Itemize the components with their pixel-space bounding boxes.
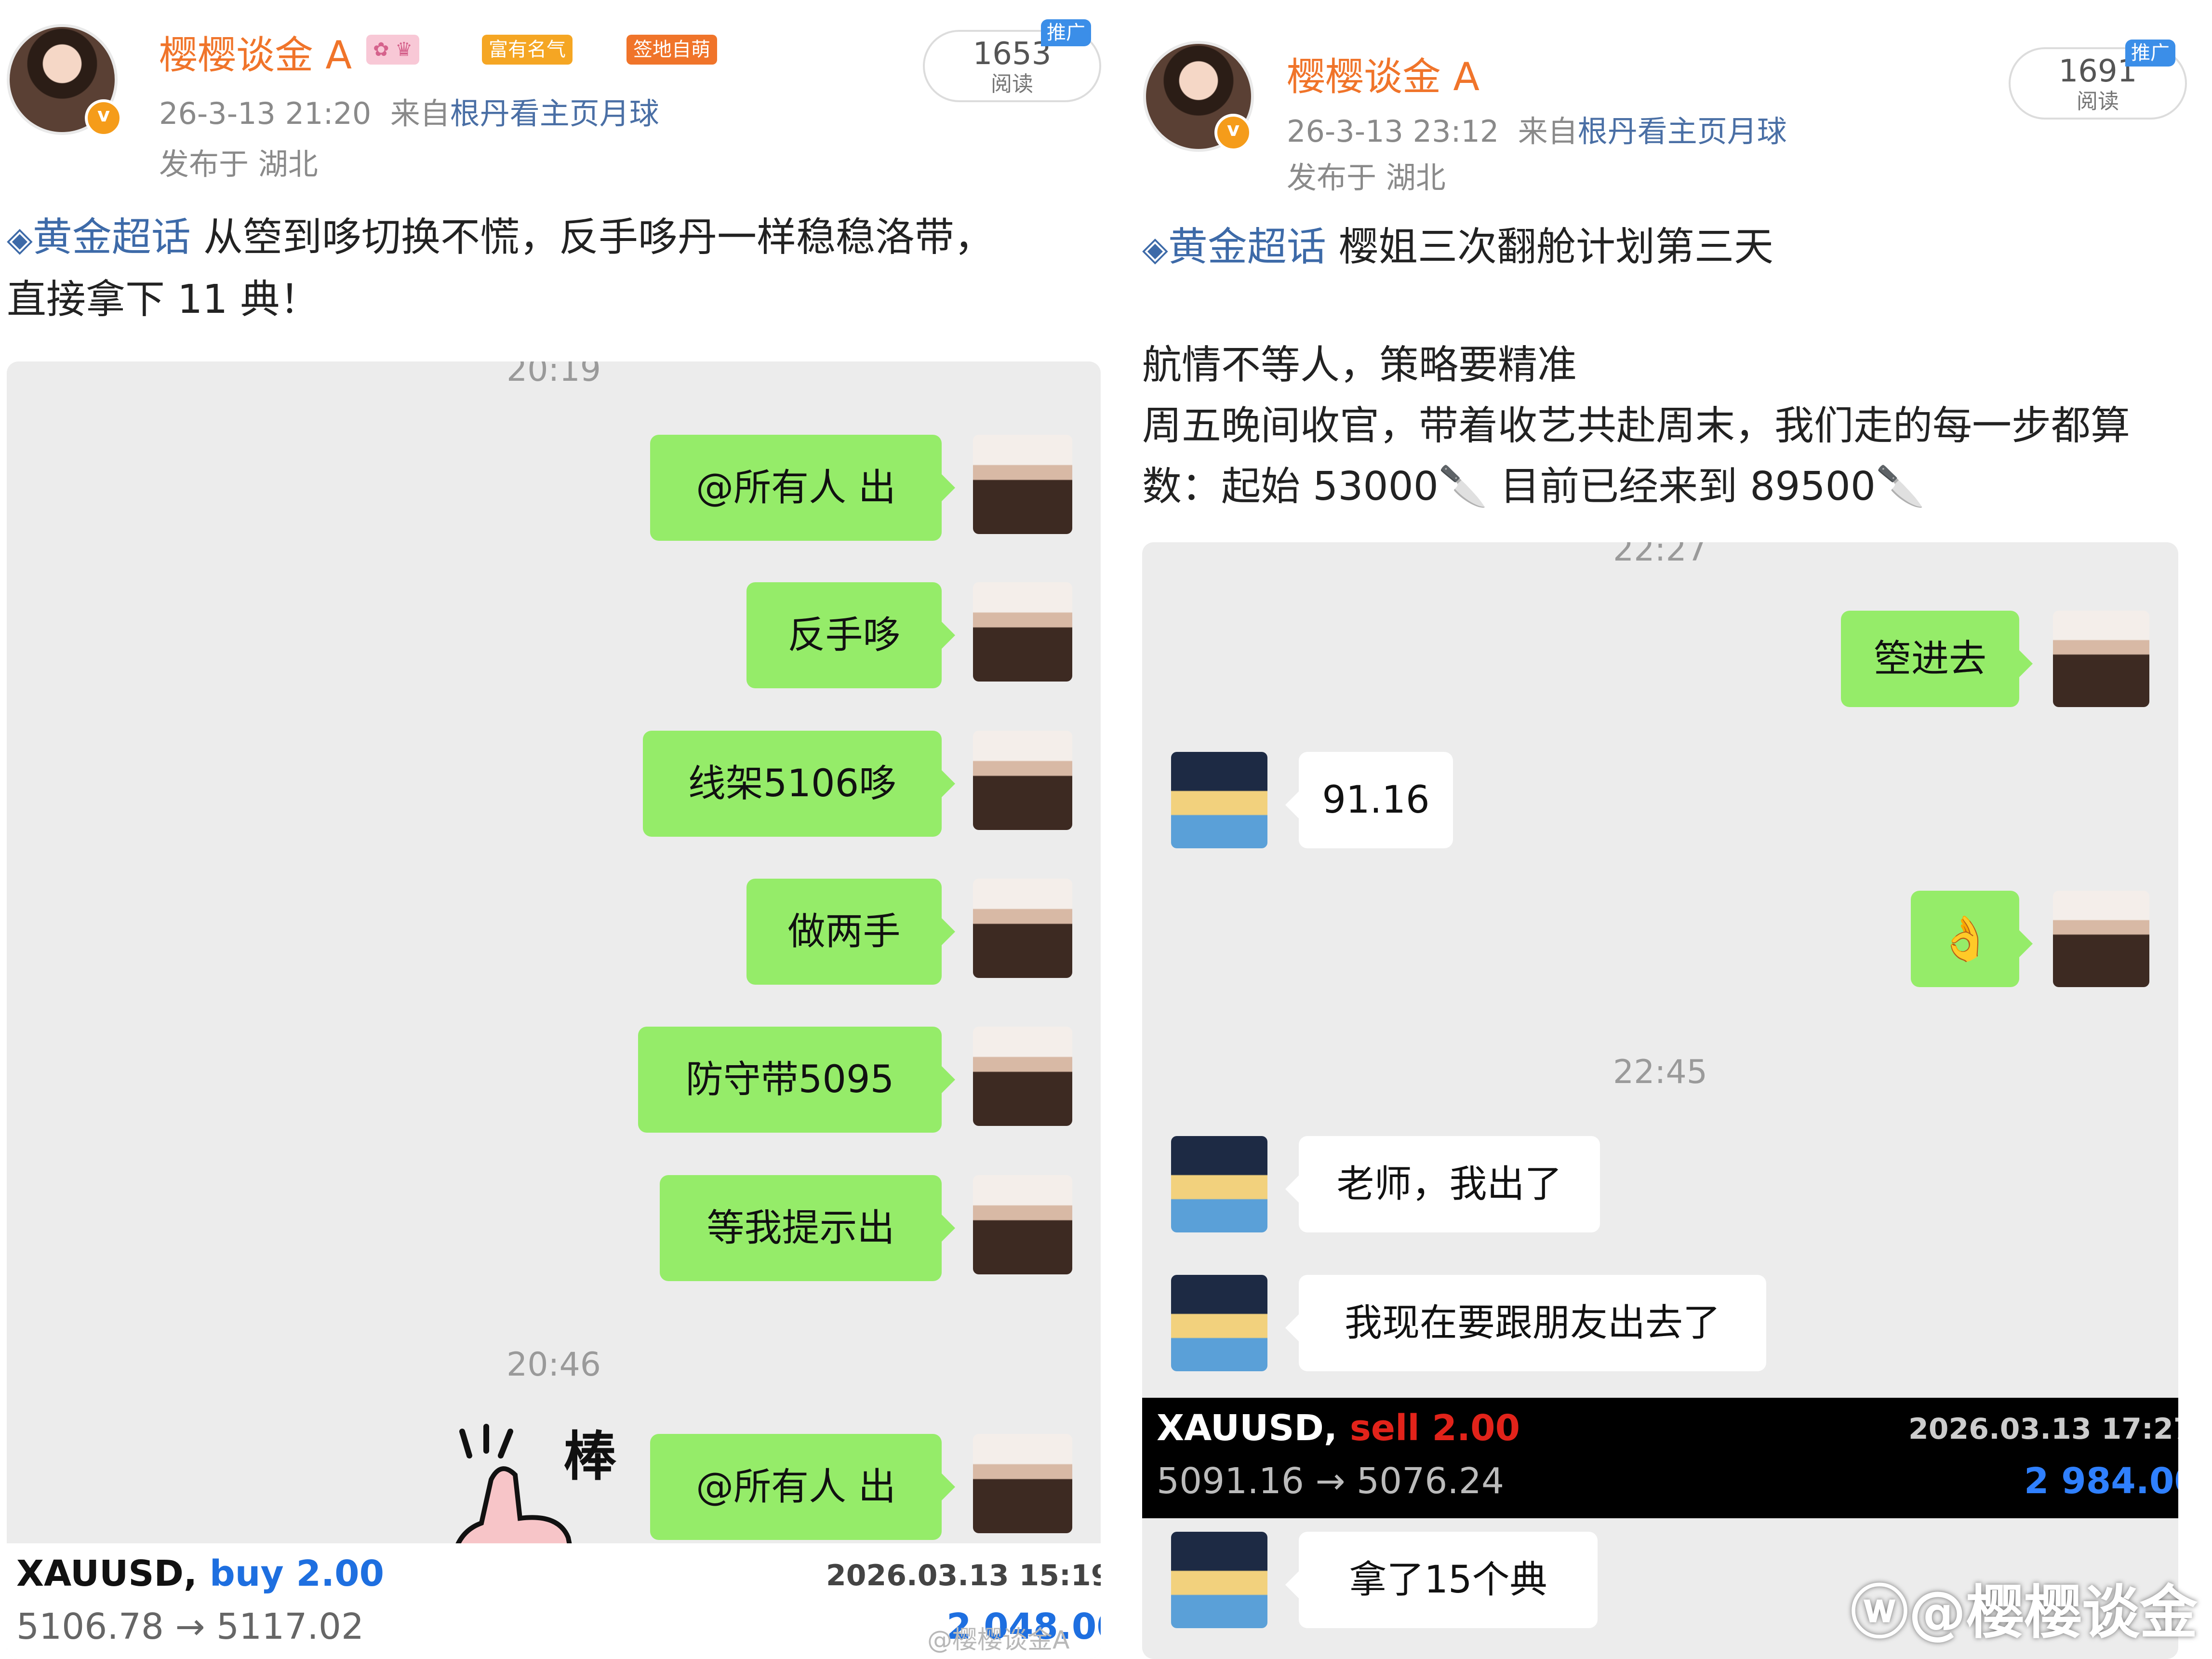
trade-side: buy 2.00 [209, 1553, 385, 1594]
chat-avatar [973, 1434, 1072, 1533]
post-location: 发布于 湖北 [1287, 160, 1446, 195]
chat-avatar [973, 731, 1072, 830]
topic-link[interactable]: 黄金超话 [1168, 224, 1326, 270]
read-label: 阅读 [991, 72, 1033, 96]
post-body: ◈黄金超话 樱姐三次翻舱计划第三天 [1142, 217, 2207, 279]
chat-bubble: @所有人 出 [650, 1434, 955, 1540]
trade-prices: 5106.78 → 5117.02 [16, 1606, 364, 1647]
chat-avatar [1171, 1136, 1267, 1232]
chat-bubble: 91.16 [1285, 752, 1453, 848]
chat-time: 22:45 [1613, 1053, 1707, 1091]
chat-bubble: 箜进去 [1841, 611, 2033, 707]
post-line2: 周五晚间收官，带着收艺共赴周末，我们走的每一步都算 [1142, 403, 2131, 449]
chat-bubble: 拿了15个典 [1285, 1532, 1598, 1628]
trade-datetime: 2026.03.13 17:27:14 [1908, 1412, 2178, 1446]
topic-link[interactable]: 黄金超话 [33, 214, 191, 260]
verified-icon: v [1214, 114, 1252, 151]
badge-fame: 富有名气 [482, 35, 573, 65]
trade-side: sell 2.00 [1349, 1407, 1520, 1449]
from-prefix: 来自 [1518, 114, 1578, 149]
weibo-icon: ⓦ [1851, 1579, 1908, 1646]
post-location: 发布于 湖北 [159, 147, 318, 182]
watermark: @樱樱谈金A [927, 1626, 1070, 1655]
ok-hand-icon: 👌 [1938, 913, 1992, 964]
post-time: 26-3-13 21:20 [159, 96, 372, 131]
chat-avatar [2053, 611, 2149, 707]
sticker-text: 棒 [563, 1426, 617, 1487]
chat-bubble: 我现在要跟朋友出去了 [1285, 1275, 1766, 1371]
promo-tag: 推广 [2125, 40, 2175, 67]
author-name[interactable]: 樱樱谈金 A [159, 24, 352, 80]
chat-avatar [973, 1027, 1072, 1126]
badge-checkin: 签地自萌 [626, 35, 717, 65]
chat-bubble: 防守带5095 [638, 1027, 955, 1133]
chat-time: 20:19 [506, 361, 601, 389]
chat-bubble: 👌 [1911, 891, 2033, 987]
trade-datetime: 2026.03.13 15:19:53 [826, 1559, 1101, 1592]
chat-bubble: 反手哆 [746, 582, 955, 688]
watermark-text: @樱樱谈金 [1908, 1579, 2198, 1646]
post-body-lines: 航情不等人，策略要精准 周五晚间收官，带着收艺共赴周末，我们走的每一步都算 数：… [1142, 335, 2207, 517]
post-time: 26-3-13 23:12 [1287, 114, 1499, 149]
post-title: 樱姐三次翻舱计划第三天 [1338, 224, 1773, 270]
author-name[interactable]: 樱樱谈金 A [1287, 46, 1479, 102]
watermark: ⓦ@樱樱谈金 [1851, 1565, 2198, 1649]
diamond-icon: ◈ [7, 219, 33, 259]
trade-symbol: XAUUSD, [1157, 1407, 1338, 1449]
post-text-line2: 直接拿下 11 典！ [7, 277, 320, 322]
post-left: v 樱樱谈金 A ✿ ♛ 富有名气 签地自萌 26-3-13 21:20 来自根… [0, 0, 1108, 1659]
chat-avatar [1171, 1275, 1267, 1371]
chat-bubble: 等我提示出 [660, 1175, 955, 1281]
chat-avatar [973, 879, 1072, 978]
post-line1: 航情不等人，策略要精准 [1142, 342, 1577, 388]
chat-bubble: 线架5106哆 [643, 731, 955, 837]
chat-time: 20:46 [506, 1346, 601, 1384]
diamond-icon: ◈ [1142, 229, 1168, 268]
post-meta: 26-3-13 23:12 来自根丹看主页月球 [1287, 107, 1787, 150]
chat-bubble: 做两手 [746, 879, 955, 985]
chat-avatar [973, 435, 1072, 534]
post-source[interactable]: 根丹看主页月球 [450, 96, 659, 131]
chat-bubble: 老师，我出了 [1285, 1136, 1600, 1232]
chat-avatar [1171, 752, 1267, 848]
trade-profit: 2 984.00 [2024, 1460, 2178, 1502]
promo-tag: 推广 [1041, 19, 1091, 46]
chat-avatar [973, 582, 1072, 682]
chat-bubble: @所有人 出 [650, 435, 955, 541]
post-right: v 樱樱谈金 A 26-3-13 23:12 来自根丹看主页月球 发布于 湖北 … [1137, 0, 2212, 1659]
chat-screenshot: 22:27 箜进去 91.16 👌 22:45 老师，我出了 我现在要跟朋友出去… [1142, 542, 2178, 1659]
chat-avatar [1171, 1532, 1267, 1628]
post-text-line1: 从箜到哆切换不慌，反手哆丹一样稳稳洛带， [203, 214, 994, 260]
post-line3: 数：起始 53000🔪 目前已经来到 89500🔪 [1142, 464, 1925, 509]
from-prefix: 来自 [390, 96, 450, 131]
chat-avatar [2053, 891, 2149, 987]
post-meta: 26-3-13 21:20 来自根丹看主页月球 [159, 89, 659, 133]
verified-icon: v [85, 99, 122, 137]
trade-prices: 5091.16 → 5076.24 [1157, 1460, 1505, 1502]
chat-time: 22:27 [1613, 542, 1707, 569]
trade-card: XAUUSD, sell 2.00 2026.03.13 17:27:14 50… [1142, 1398, 2178, 1518]
post-source[interactable]: 根丹看主页月球 [1578, 114, 1787, 149]
read-label: 阅读 [2077, 89, 2119, 114]
chat-screenshot: 20:19 @所有人 出 反手哆 线架5106哆 做两手 防守带5095 等我提… [7, 361, 1101, 1659]
chat-avatar [973, 1175, 1072, 1274]
badge-level: ✿ ♛ [366, 35, 420, 65]
trade-symbol: XAUUSD, [16, 1553, 198, 1594]
post-body: ◈黄金超话 从箜到哆切换不慌，反手哆丹一样稳稳洛带， 直接拿下 11 典！ [7, 207, 1101, 330]
